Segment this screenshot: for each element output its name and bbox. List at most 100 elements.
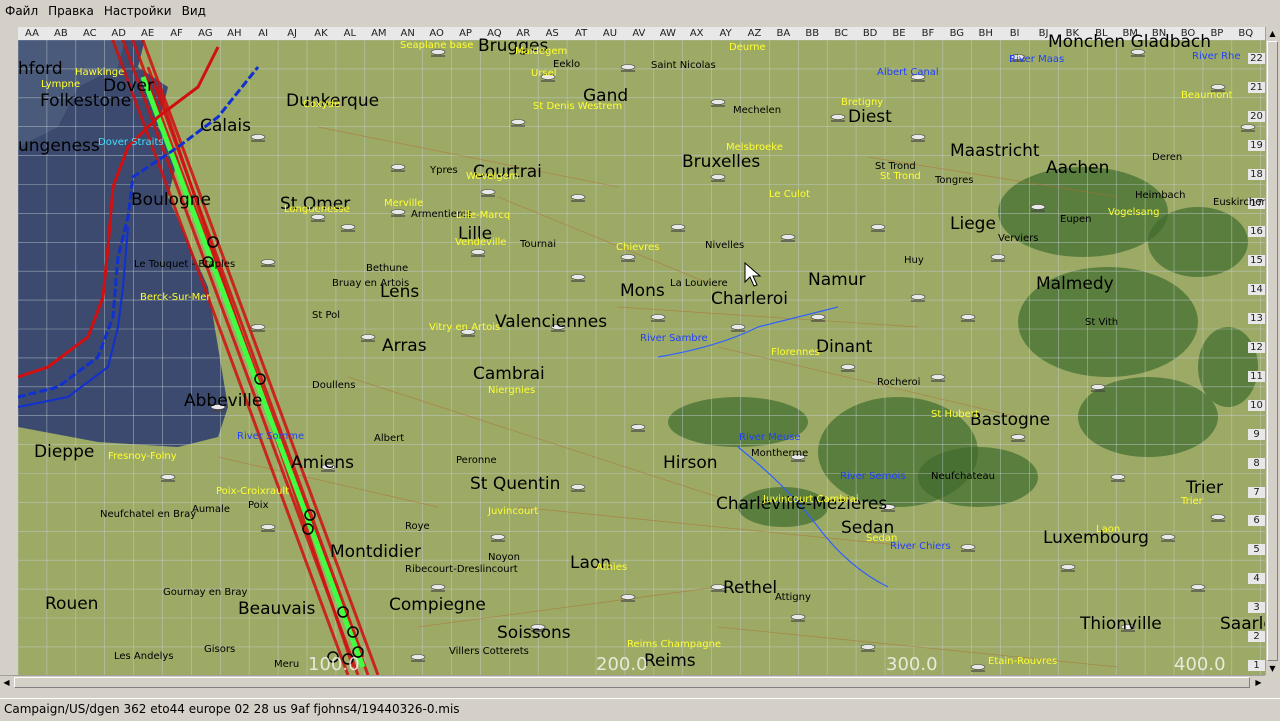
- airfield-label: Lille-Marcq: [456, 210, 511, 221]
- column-label: BQ: [1238, 28, 1254, 39]
- horizontal-scroll-thumb[interactable]: [14, 677, 1250, 688]
- city-label: Thionville: [1080, 614, 1162, 634]
- airfield-label: Seaplane base: [400, 40, 474, 51]
- column-label: BH: [978, 28, 993, 39]
- airfield-label: Deurne: [729, 42, 766, 53]
- city-label: Reims: [644, 651, 696, 671]
- row-label: 16: [1248, 226, 1265, 238]
- town-label: Ypres: [430, 165, 458, 176]
- river-label: River Rhe: [1192, 51, 1241, 62]
- row-label: 9: [1248, 428, 1265, 440]
- airfield-label: St Hubert: [931, 409, 979, 420]
- airfield-icon: [1240, 124, 1256, 130]
- column-label: BE: [892, 28, 906, 39]
- menu-edit[interactable]: Правка: [43, 0, 99, 22]
- town-label: Roye: [405, 521, 430, 532]
- city-label: Bastogne: [970, 410, 1051, 430]
- airfield-icon: [620, 594, 636, 600]
- airfield-icon: [840, 364, 856, 370]
- airfield-label: Bretigny: [841, 97, 884, 108]
- town-label: Ribecourt-Dreslincourt: [405, 564, 518, 575]
- town-label: Rocheroi: [877, 377, 921, 388]
- scroll-down-arrow-icon[interactable]: ▼: [1266, 662, 1279, 675]
- airfield-icon: [1210, 84, 1226, 90]
- city-label: Diest: [848, 107, 892, 127]
- town-label: Deren: [1152, 152, 1183, 163]
- city-label: Aachen: [1046, 158, 1110, 178]
- town-label: Bethune: [366, 263, 409, 274]
- menu-file[interactable]: Файл: [0, 0, 43, 22]
- airfield-icon: [780, 234, 796, 240]
- airfield-icon: [340, 224, 356, 230]
- town-label: Verviers: [998, 233, 1039, 244]
- column-label: AZ: [747, 28, 762, 39]
- column-label: AA: [25, 28, 39, 39]
- column-label: AX: [689, 28, 704, 39]
- city-label: Compiegne: [389, 595, 486, 615]
- airfield-icon: [510, 119, 526, 125]
- row-label: 5: [1248, 544, 1265, 556]
- city-label: Montdidier: [330, 542, 421, 562]
- town-label: Tongres: [935, 175, 974, 186]
- menu-view[interactable]: Вид: [177, 0, 211, 22]
- column-label: AM: [371, 28, 387, 39]
- scroll-right-arrow-icon[interactable]: ▶: [1252, 676, 1265, 689]
- scale-label: 100.0: [308, 654, 360, 675]
- scale-label: 300.0: [886, 654, 938, 675]
- airfield-label: St Denis Westrem: [533, 101, 623, 112]
- airfield-label: St Trond: [880, 171, 921, 182]
- status-bar: Campaign/US/dgen 362 eto44 europe 02 28 …: [0, 698, 1280, 721]
- row-label: 19: [1248, 139, 1265, 151]
- row-label: 14: [1248, 284, 1265, 296]
- scroll-up-arrow-icon[interactable]: ▲: [1266, 27, 1279, 40]
- airfield-icon: [990, 254, 1006, 260]
- town-label: Nivelles: [705, 240, 745, 251]
- vertical-scroll-thumb[interactable]: [1267, 41, 1278, 661]
- horizontal-scrollbar[interactable]: ◀ ▶: [0, 675, 1265, 689]
- vertical-scrollbar[interactable]: ▲ ▼: [1265, 27, 1279, 675]
- town-label: Gournay en Bray: [163, 587, 248, 598]
- mouse-cursor: [744, 262, 762, 287]
- city-label: Monchen Gladbach: [1048, 32, 1212, 52]
- airfield-icon: [620, 254, 636, 260]
- row-label: 8: [1248, 457, 1265, 469]
- row-label: 20: [1248, 110, 1265, 122]
- airfield-label: Wevelgem: [466, 171, 519, 182]
- airfield-icon: [620, 64, 636, 70]
- airfield-icon: [1160, 534, 1176, 540]
- column-label: AB: [54, 28, 68, 39]
- airfield-label: Vendeville: [455, 237, 507, 248]
- town-label: Albert: [374, 433, 405, 444]
- airfield-icon: [260, 259, 276, 265]
- city-label: Rethel: [723, 578, 778, 598]
- airfield-icon: [670, 224, 686, 230]
- map-view[interactable]: AA AB AC AD AE AF AG AH AI AJ AK AL AM AN AO AP AQ AR AS AT…: [18, 27, 1265, 675]
- menu-settings[interactable]: Настройки: [99, 0, 177, 22]
- airfield-label: Coxyde: [303, 99, 341, 110]
- airfield-icon: [830, 114, 846, 120]
- town-label: Euskirchen: [1213, 197, 1265, 208]
- airfield-icon: [480, 189, 496, 195]
- column-label: AE: [141, 28, 155, 39]
- town-label: Neufchateau: [931, 471, 995, 482]
- city-label: Hirson: [663, 453, 718, 473]
- scroll-left-arrow-icon[interactable]: ◀: [0, 676, 13, 689]
- airfield-icon: [870, 224, 886, 230]
- column-label: AV: [632, 28, 646, 39]
- airfield-icon: [250, 324, 266, 330]
- airfield-icon: [570, 274, 586, 280]
- town-label: Eupen: [1060, 214, 1092, 225]
- town-label: Saint Nicolas: [651, 60, 716, 71]
- airfield-label: Fresnoy-Folny: [108, 451, 177, 462]
- airfield-icon: [1090, 384, 1106, 390]
- airfield-label: Trier: [1181, 496, 1203, 507]
- town-label: Heimbach: [1135, 190, 1186, 201]
- column-label: AO: [429, 28, 444, 39]
- column-label: AL: [343, 28, 357, 39]
- airfield-icon: [650, 314, 666, 320]
- row-label: 22: [1248, 53, 1265, 64]
- city-label: Charleroi: [711, 289, 788, 309]
- airfield-label: Etain-Rouvres: [988, 656, 1058, 667]
- city-label: Namur: [808, 270, 866, 290]
- city-label: Calais: [200, 116, 252, 136]
